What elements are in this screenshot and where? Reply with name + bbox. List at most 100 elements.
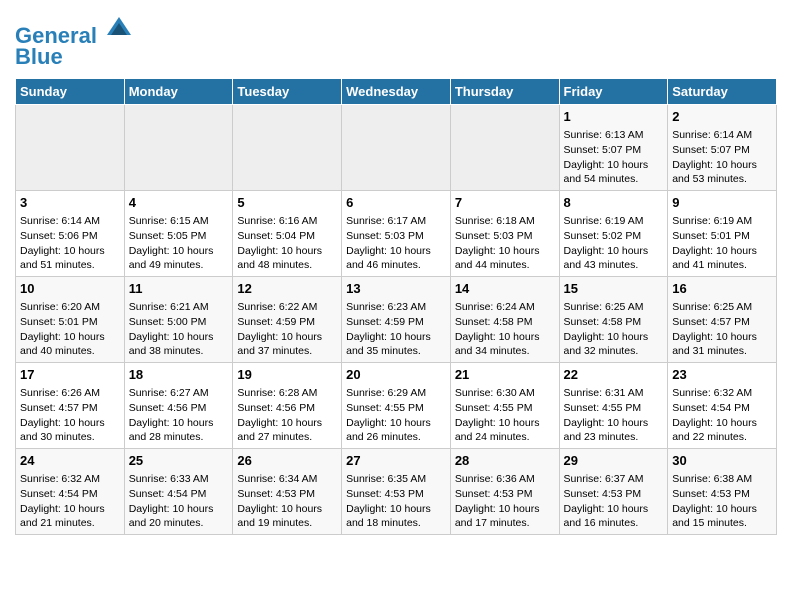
day-info: Sunset: 4:57 PM xyxy=(20,401,120,416)
day-info: Sunset: 5:03 PM xyxy=(346,229,446,244)
day-number: 18 xyxy=(129,366,229,384)
day-info: Daylight: 10 hours and 49 minutes. xyxy=(129,244,229,273)
day-info: Sunrise: 6:24 AM xyxy=(455,300,555,315)
day-info: Sunset: 5:01 PM xyxy=(672,229,772,244)
calendar-cell: 9 Sunrise: 6:19 AMSunset: 5:01 PMDaylight… xyxy=(668,191,777,277)
day-info: Sunrise: 6:27 AM xyxy=(129,386,229,401)
calendar-week-row: 3Sunrise: 6:14 AMSunset: 5:06 PMDaylight… xyxy=(16,191,777,277)
calendar-cell: 30Sunrise: 6:38 AMSunset: 4:53 PMDayligh… xyxy=(668,448,777,534)
day-info: Sunrise: 6:29 AM xyxy=(346,386,446,401)
day-info: Sunset: 5:04 PM xyxy=(237,229,337,244)
day-number: 19 xyxy=(237,366,337,384)
day-info: Sunset: 5:03 PM xyxy=(455,229,555,244)
day-info: Sunset: 5:07 PM xyxy=(672,143,772,158)
header: General Blue xyxy=(15,10,777,70)
day-info: Sunrise: 6:34 AM xyxy=(237,472,337,487)
day-number: 28 xyxy=(455,452,555,470)
day-info: Daylight: 10 hours and 30 minutes. xyxy=(20,416,120,445)
calendar-cell: 19Sunrise: 6:28 AMSunset: 4:56 PMDayligh… xyxy=(233,363,342,449)
day-info: Daylight: 10 hours and 41 minutes. xyxy=(672,244,772,273)
day-number: 15 xyxy=(564,280,664,298)
weekday-header: Sunday xyxy=(16,79,125,105)
day-info: Sunrise: 6:17 AM xyxy=(346,214,446,229)
day-info: Sunrise: 6:16 AM xyxy=(237,214,337,229)
day-info: Daylight: 10 hours and 26 minutes. xyxy=(346,416,446,445)
calendar-cell: 27Sunrise: 6:35 AMSunset: 4:53 PMDayligh… xyxy=(342,448,451,534)
day-number: 7 xyxy=(455,194,555,212)
day-info: Sunrise: 6:23 AM xyxy=(346,300,446,315)
day-info: Sunset: 4:55 PM xyxy=(346,401,446,416)
day-info: Sunset: 4:58 PM xyxy=(455,315,555,330)
day-info: Sunrise: 6:37 AM xyxy=(564,472,664,487)
logo: General Blue xyxy=(15,15,133,70)
day-number: 2 xyxy=(672,108,772,126)
calendar-cell: 17Sunrise: 6:26 AMSunset: 4:57 PMDayligh… xyxy=(16,363,125,449)
day-info: Sunset: 5:07 PM xyxy=(564,143,664,158)
day-info: Sunset: 4:56 PM xyxy=(129,401,229,416)
day-info: Sunrise: 6:19 AM xyxy=(564,214,664,229)
day-info: Sunrise: 6:32 AM xyxy=(20,472,120,487)
day-info: Sunset: 4:53 PM xyxy=(346,487,446,502)
day-info: Daylight: 10 hours and 43 minutes. xyxy=(564,244,664,273)
calendar-cell: 2Sunrise: 6:14 AMSunset: 5:07 PMDaylight… xyxy=(668,105,777,191)
day-info: Daylight: 10 hours and 32 minutes. xyxy=(564,330,664,359)
calendar-week-row: 17Sunrise: 6:26 AMSunset: 4:57 PMDayligh… xyxy=(16,363,777,449)
day-info: Daylight: 10 hours and 35 minutes. xyxy=(346,330,446,359)
day-info: Daylight: 10 hours and 20 minutes. xyxy=(129,502,229,531)
day-info: Sunrise: 6:19 AM xyxy=(672,214,772,229)
day-info: Sunset: 4:59 PM xyxy=(346,315,446,330)
day-number: 12 xyxy=(237,280,337,298)
day-number: 9 xyxy=(672,194,772,212)
day-info: Sunrise: 6:20 AM xyxy=(20,300,120,315)
weekday-header: Tuesday xyxy=(233,79,342,105)
calendar-cell: 29Sunrise: 6:37 AMSunset: 4:53 PMDayligh… xyxy=(559,448,668,534)
day-info: Daylight: 10 hours and 48 minutes. xyxy=(237,244,337,273)
day-info: Sunset: 4:54 PM xyxy=(129,487,229,502)
calendar-cell: 7 Sunrise: 6:18 AMSunset: 5:03 PMDaylight… xyxy=(450,191,559,277)
day-info: Sunrise: 6:18 AM xyxy=(455,214,555,229)
weekday-header: Saturday xyxy=(668,79,777,105)
day-info: Daylight: 10 hours and 28 minutes. xyxy=(129,416,229,445)
calendar-cell: 10Sunrise: 6:20 AMSunset: 5:01 PMDayligh… xyxy=(16,277,125,363)
day-info: Sunset: 4:55 PM xyxy=(455,401,555,416)
day-info: Sunset: 4:59 PM xyxy=(237,315,337,330)
day-info: Sunset: 4:57 PM xyxy=(672,315,772,330)
calendar-cell: 16Sunrise: 6:25 AMSunset: 4:57 PMDayligh… xyxy=(668,277,777,363)
calendar-cell xyxy=(233,105,342,191)
day-info: Sunrise: 6:21 AM xyxy=(129,300,229,315)
day-info: Daylight: 10 hours and 19 minutes. xyxy=(237,502,337,531)
day-number: 20 xyxy=(346,366,446,384)
day-info: Sunrise: 6:13 AM xyxy=(564,128,664,143)
weekday-header: Monday xyxy=(124,79,233,105)
calendar-week-row: 24Sunrise: 6:32 AMSunset: 4:54 PMDayligh… xyxy=(16,448,777,534)
day-info: Sunset: 4:56 PM xyxy=(237,401,337,416)
day-number: 24 xyxy=(20,452,120,470)
day-info: Sunset: 5:02 PM xyxy=(564,229,664,244)
calendar-week-row: 1Sunrise: 6:13 AMSunset: 5:07 PMDaylight… xyxy=(16,105,777,191)
day-number: 22 xyxy=(564,366,664,384)
calendar-cell: 4Sunrise: 6:15 AMSunset: 5:05 PMDaylight… xyxy=(124,191,233,277)
calendar-cell xyxy=(124,105,233,191)
calendar-cell: 22Sunrise: 6:31 AMSunset: 4:55 PMDayligh… xyxy=(559,363,668,449)
calendar-week-row: 10Sunrise: 6:20 AMSunset: 5:01 PMDayligh… xyxy=(16,277,777,363)
day-info: Sunset: 4:54 PM xyxy=(20,487,120,502)
day-info: Sunrise: 6:38 AM xyxy=(672,472,772,487)
day-info: Sunrise: 6:14 AM xyxy=(672,128,772,143)
day-number: 5 xyxy=(237,194,337,212)
day-info: Daylight: 10 hours and 51 minutes. xyxy=(20,244,120,273)
day-info: Sunrise: 6:31 AM xyxy=(564,386,664,401)
calendar-cell: 20 Sunrise: 6:29 AMSunset: 4:55 PMDayligh… xyxy=(342,363,451,449)
weekday-header: Thursday xyxy=(450,79,559,105)
calendar-cell: 12Sunrise: 6:22 AMSunset: 4:59 PMDayligh… xyxy=(233,277,342,363)
day-number: 10 xyxy=(20,280,120,298)
day-info: Daylight: 10 hours and 44 minutes. xyxy=(455,244,555,273)
day-info: Sunset: 4:54 PM xyxy=(672,401,772,416)
day-number: 25 xyxy=(129,452,229,470)
day-info: Daylight: 10 hours and 34 minutes. xyxy=(455,330,555,359)
day-info: Sunset: 4:58 PM xyxy=(564,315,664,330)
day-info: Daylight: 10 hours and 21 minutes. xyxy=(20,502,120,531)
day-number: 16 xyxy=(672,280,772,298)
calendar-cell: 25Sunrise: 6:33 AMSunset: 4:54 PMDayligh… xyxy=(124,448,233,534)
day-number: 11 xyxy=(129,280,229,298)
day-info: Sunset: 5:00 PM xyxy=(129,315,229,330)
